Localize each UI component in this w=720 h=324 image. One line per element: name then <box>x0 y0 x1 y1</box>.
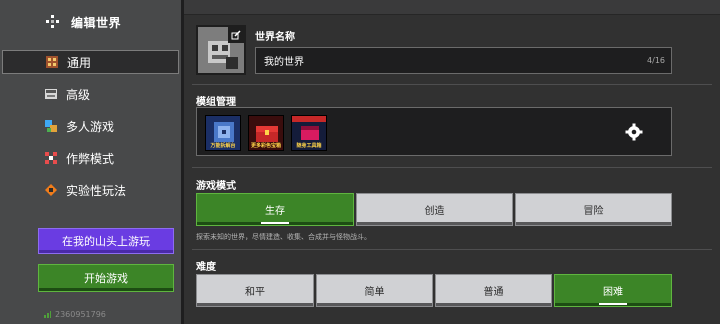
gamemode-label: 游戏模式 <box>196 181 236 192</box>
sidebar-item-label: 多人游戏 <box>66 119 115 134</box>
advanced-icon <box>45 89 57 99</box>
experiments-icon <box>45 184 57 196</box>
world-name-count: 4/16 <box>647 56 665 65</box>
multiplayer-icon <box>45 120 57 132</box>
difficulty-label: 难度 <box>196 262 216 273</box>
sidebar-item-label: 作弊模式 <box>66 151 115 166</box>
sidebar-divider <box>181 0 184 324</box>
edit-icon[interactable] <box>228 27 244 43</box>
gamemode-survival-button[interactable]: 生存 <box>196 193 354 226</box>
version-label: 2360951796 <box>44 310 106 319</box>
sidebar-item-label: 通用 <box>67 55 92 70</box>
sidebar-item-label: 高级 <box>66 87 91 102</box>
sidebar-item-label: 实验性玩法 <box>66 183 127 198</box>
play-on-realm-button[interactable]: 在我的山头上游玩 <box>38 228 174 254</box>
top-strip <box>184 0 720 15</box>
gamemode-description: 探索未知的世界，尽情建造、收集、合成并与怪物战斗。 <box>196 233 371 241</box>
difficulty-easy-button[interactable]: 简单 <box>316 274 433 307</box>
gamemode-creative-button[interactable]: 创造 <box>356 193 513 226</box>
addons-label: 模组管理 <box>196 97 236 108</box>
gamemode-adventure-button[interactable]: 冒险 <box>515 193 672 226</box>
section-divider <box>192 84 712 85</box>
difficulty-hard-button[interactable]: 困难 <box>554 274 672 307</box>
general-icon <box>46 56 58 68</box>
sidebar-item-general[interactable]: 通用 <box>2 50 179 74</box>
play-button[interactable]: 开始游戏 <box>38 264 174 292</box>
world-name-input[interactable]: 我的世界 4/16 <box>255 47 672 74</box>
section-divider <box>192 167 712 168</box>
gear-icon[interactable] <box>625 123 643 141</box>
sidebar-item-cheats[interactable]: 作弊模式 <box>2 146 179 170</box>
section-divider <box>192 249 712 250</box>
world-name-value: 我的世界 <box>264 57 304 68</box>
pack-chest-icon[interactable]: 更多彩色宝箱 <box>248 115 284 151</box>
sidebar-header: 编辑世界 <box>46 12 121 32</box>
sidebar-item-multiplayer[interactable]: 多人游戏 <box>2 114 179 138</box>
world-name-label: 世界名称 <box>255 32 295 43</box>
sidebar-item-experiments[interactable]: 实验性玩法 <box>2 178 179 202</box>
pack-toolbox-icon[interactable]: 随身工具箱 <box>291 115 327 151</box>
pack-cube-icon[interactable]: 万能拆解台 <box>205 115 241 151</box>
world-icon[interactable] <box>196 25 246 75</box>
page-title: 编辑世界 <box>71 15 122 30</box>
cheats-icon <box>45 152 57 164</box>
addons-panel[interactable]: 万能拆解台 更多彩色宝箱 随身工具箱 <box>196 107 672 156</box>
difficulty-normal-button[interactable]: 普通 <box>435 274 552 307</box>
signal-icon <box>44 311 51 318</box>
move-icon[interactable] <box>46 15 60 29</box>
difficulty-peaceful-button[interactable]: 和平 <box>196 274 314 307</box>
sidebar-item-advanced[interactable]: 高级 <box>2 82 179 106</box>
